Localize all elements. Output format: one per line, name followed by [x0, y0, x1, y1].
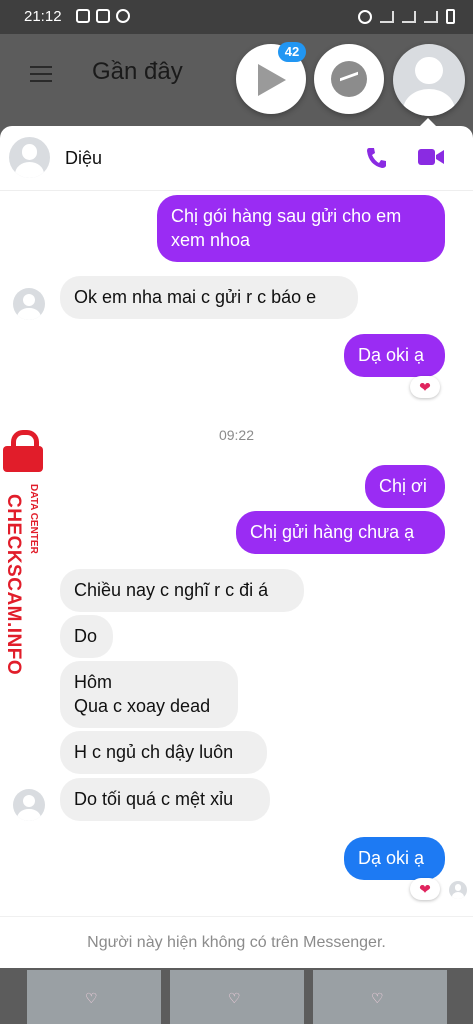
phone-call-icon[interactable]: [366, 147, 386, 169]
message-incoming[interactable]: H c ngủ ch dậy luôn: [60, 731, 267, 774]
system-icons: [358, 9, 455, 24]
message-incoming[interactable]: Do tối quá c mệt xỉu: [60, 778, 270, 821]
heart-reaction-icon[interactable]: ❤: [410, 376, 440, 398]
heart-icon: ♡: [228, 990, 241, 1006]
heart-icon: ♡: [371, 990, 384, 1006]
thumbnail-strip: ♡ ♡ ♡: [0, 968, 473, 1024]
video-call-icon[interactable]: [418, 148, 444, 166]
notification-icons: [76, 9, 130, 23]
contact-chat-head[interactable]: [393, 44, 465, 116]
message-timestamp: 09:22: [218, 427, 255, 443]
unavailable-notice: Người này hiện không có trên Messenger.: [0, 916, 473, 968]
message-outgoing[interactable]: Chị ơi: [365, 465, 445, 508]
contact-name[interactable]: Diệu: [65, 148, 102, 169]
heart-icon: ♡: [85, 990, 98, 1006]
message-outgoing[interactable]: Dạ oki ạ: [344, 334, 445, 377]
message-outgoing[interactable]: Chị gửi hàng chưa ạ: [236, 511, 445, 554]
menu-icon[interactable]: [30, 66, 52, 82]
message-incoming[interactable]: Do: [60, 615, 113, 658]
wifi-icon: [380, 10, 394, 23]
status-bar: 21:12: [0, 0, 473, 34]
sender-avatar: [13, 288, 45, 320]
seen-avatar: [449, 881, 467, 899]
contact-avatar[interactable]: [9, 137, 50, 178]
message-outgoing[interactable]: Chị gói hàng sau gửi cho em xem nhoa: [157, 195, 445, 262]
battery-icon: [446, 9, 455, 24]
watermark-logo: CHECKSCAM.INFO DATA CENTER: [0, 430, 56, 675]
status-time: 21:12: [24, 8, 62, 25]
thumbnail[interactable]: ♡: [27, 970, 161, 1024]
message-outgoing[interactable]: Dạ oki ạ: [344, 837, 445, 880]
messenger-chat-head[interactable]: [314, 44, 384, 114]
alarm-icon: [358, 9, 372, 24]
gallery-icon: [76, 9, 90, 23]
play-icon: [258, 64, 286, 96]
sender-avatar: [13, 789, 45, 821]
message-incoming[interactable]: Chiều nay c nghĩ r c đi á: [60, 569, 304, 612]
messenger-notification-icon: [116, 9, 130, 23]
message-incoming[interactable]: Hôm Qua c xoay dead: [60, 661, 238, 728]
lock-icon: [3, 430, 43, 472]
signal-icon-2: [424, 10, 438, 23]
camera-icon: [96, 9, 110, 23]
thumbnail[interactable]: ♡: [170, 970, 304, 1024]
chat-panel: Diệu Chị gói hàng sau gửi cho em xem nho…: [0, 126, 473, 968]
messenger-icon: [331, 61, 367, 97]
unread-badge: 42: [278, 42, 306, 62]
message-incoming[interactable]: Ok em nha mai c gửi r c báo e: [60, 276, 358, 319]
page-title: Gần đây: [92, 58, 183, 85]
thumbnail[interactable]: ♡: [313, 970, 447, 1024]
watermark-brand: CHECKSCAM.INFO: [3, 494, 24, 676]
chat-header: Diệu: [0, 126, 473, 191]
heart-reaction-icon[interactable]: ❤: [410, 878, 440, 900]
signal-icon: [402, 10, 416, 23]
watermark-sub: DATA CENTER: [28, 484, 39, 554]
